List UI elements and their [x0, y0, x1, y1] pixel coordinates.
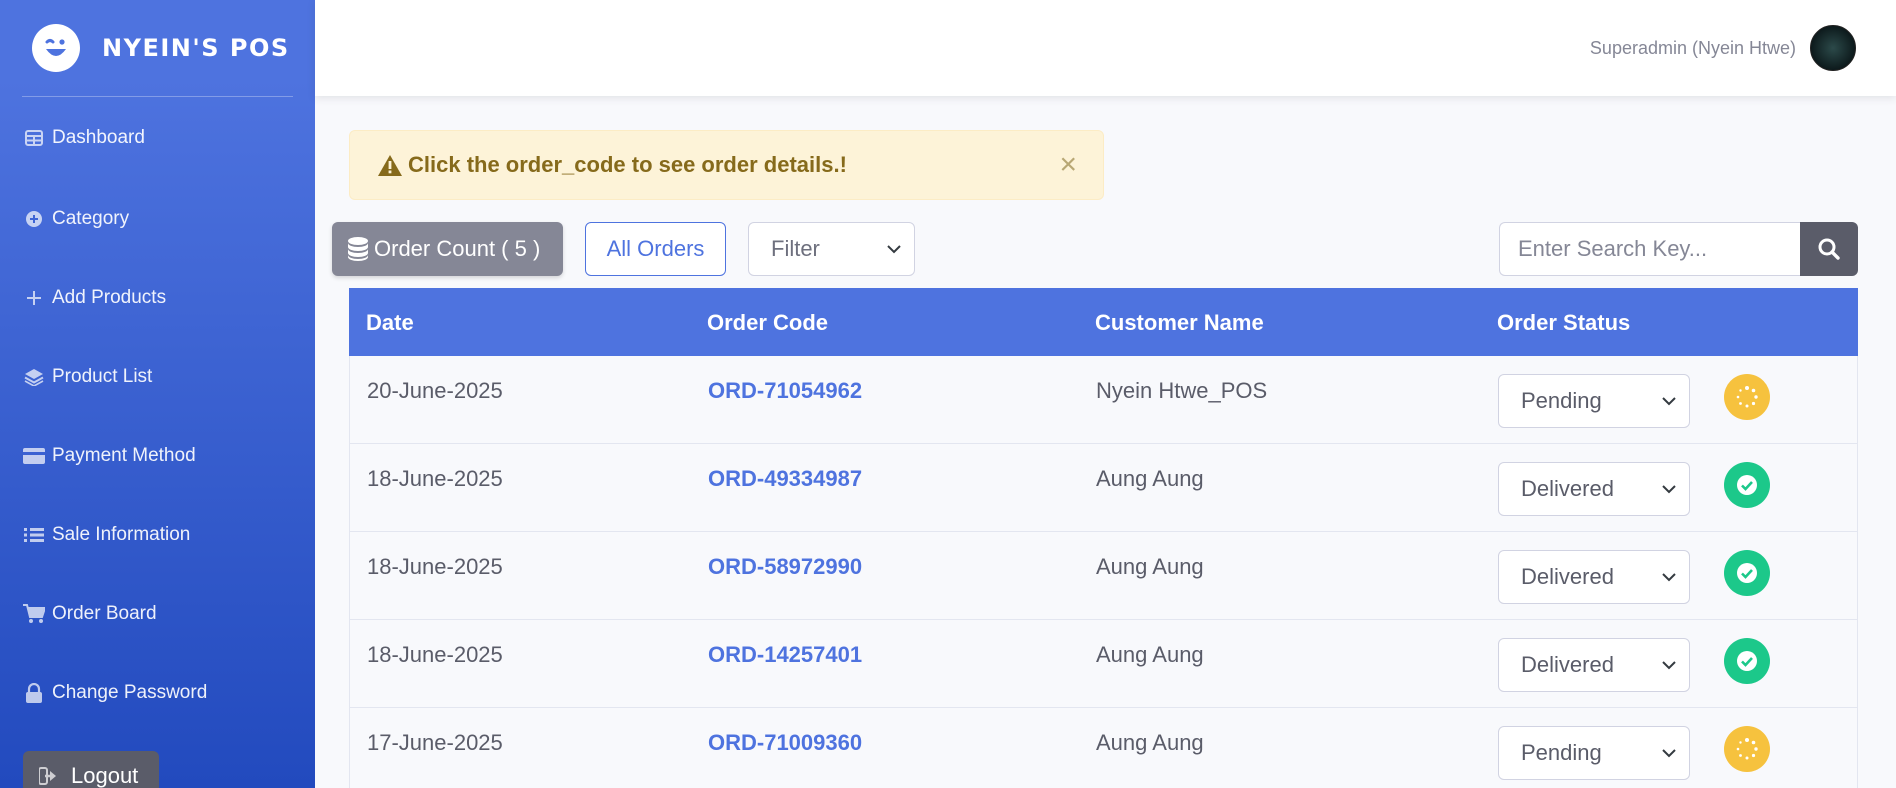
order-date: 20-June-2025 — [367, 378, 503, 403]
table-row: 20-June-2025 ORD-71054962 Nyein Htwe_POS… — [349, 356, 1858, 444]
brand-name: NYEIN'S POS — [102, 34, 290, 62]
status-value: Pending — [1521, 388, 1602, 413]
customer-name: Aung Aung — [1096, 642, 1204, 667]
chevron-down-icon — [1661, 748, 1677, 758]
sidebar-item-order-board[interactable]: Order Board — [0, 574, 315, 653]
pending-spinner-icon — [1724, 726, 1770, 772]
order-status-select[interactable]: Pending — [1498, 374, 1690, 428]
credit-card-icon — [22, 447, 46, 464]
order-status-select[interactable]: Delivered — [1498, 550, 1690, 604]
search-button[interactable] — [1800, 222, 1858, 276]
sidebar-item-label: Payment Method — [52, 444, 196, 466]
header-customer-name: Customer Name — [1095, 310, 1264, 335]
order-status-select[interactable]: Delivered — [1498, 462, 1690, 516]
table-header: Date Order Code Customer Name Order Stat… — [349, 288, 1858, 356]
order-date: 18-June-2025 — [367, 554, 503, 579]
lock-icon — [22, 682, 46, 703]
chevron-down-icon — [886, 244, 902, 254]
layers-icon — [22, 368, 46, 386]
order-code-link[interactable]: ORD-58972990 — [708, 554, 862, 580]
sidebar-item-label: Sale Information — [52, 523, 191, 545]
status-value: Delivered — [1521, 476, 1614, 501]
customer-name: Nyein Htwe_POS — [1096, 378, 1268, 403]
order-status-select[interactable]: Pending — [1498, 726, 1690, 780]
list-icon — [22, 527, 46, 543]
plus-icon — [22, 290, 46, 306]
filter-select[interactable]: Filter — [748, 222, 915, 276]
alert-message: Click the order_code to see order detail… — [408, 152, 847, 177]
order-date: 18-June-2025 — [367, 466, 503, 491]
table-icon — [22, 130, 46, 146]
logout-button[interactable]: Logout — [23, 751, 159, 788]
sidebar-item-label: Category — [52, 207, 130, 229]
check-circle-icon — [1724, 550, 1770, 596]
check-circle-icon — [1724, 638, 1770, 684]
topbar: Superadmin (Nyein Htwe) — [315, 0, 1896, 96]
chevron-down-icon — [1661, 660, 1677, 670]
sidebar-item-label: Order Board — [52, 602, 157, 624]
info-alert: Click the order_code to see order detail… — [349, 130, 1104, 200]
status-value: Delivered — [1521, 652, 1614, 677]
search-icon — [1818, 238, 1840, 260]
plus-circle-icon — [22, 210, 46, 228]
sidebar-item-dashboard[interactable]: Dashboard — [0, 97, 315, 179]
customer-name: Aung Aung — [1096, 730, 1204, 755]
order-code-link[interactable]: ORD-71009360 — [708, 730, 862, 756]
user-avatar[interactable] — [1810, 25, 1856, 71]
sidebar-item-label: Add Products — [52, 286, 167, 308]
sidebar-item-sale-information[interactable]: Sale Information — [0, 495, 315, 574]
chevron-down-icon — [1661, 396, 1677, 406]
filter-value: Filter — [771, 236, 820, 261]
order-count-button[interactable]: Order Count ( 5 ) — [332, 222, 563, 276]
brand[interactable]: NYEIN'S POS — [0, 0, 315, 96]
header-order-status: Order Status — [1497, 310, 1631, 335]
check-circle-icon — [1724, 462, 1770, 508]
user-name[interactable]: Superadmin (Nyein Htwe) — [1590, 38, 1796, 59]
chevron-down-icon — [1661, 572, 1677, 582]
sidebar-nav: Dashboard Category Add Products Product … — [0, 97, 315, 732]
search-input[interactable]: Enter Search Key... — [1499, 222, 1801, 276]
table-row: 18-June-2025 ORD-49334987 Aung Aung Deli… — [349, 444, 1858, 532]
order-count-label: Order Count ( 5 ) — [374, 236, 541, 261]
sidebar-item-label: Change Password — [52, 681, 208, 703]
database-icon — [348, 237, 368, 261]
sidebar-item-change-password[interactable]: Change Password — [0, 653, 315, 732]
status-value: Pending — [1521, 740, 1602, 765]
sidebar-item-category[interactable]: Category — [0, 179, 315, 258]
sidebar: NYEIN'S POS Dashboard Category Add Produ… — [0, 0, 315, 788]
sidebar-item-product-list[interactable]: Product List — [0, 337, 315, 416]
sidebar-item-label: Product List — [52, 365, 153, 387]
laughing-face-icon — [32, 24, 80, 72]
sign-out-icon — [39, 767, 59, 785]
header-date: Date — [366, 310, 414, 335]
table-row: 18-June-2025 ORD-14257401 Aung Aung Deli… — [349, 620, 1858, 708]
sidebar-item-label: Dashboard — [52, 127, 145, 148]
order-code-link[interactable]: ORD-14257401 — [708, 642, 862, 668]
orders-table: Date Order Code Customer Name Order Stat… — [349, 288, 1858, 788]
order-date: 18-June-2025 — [367, 642, 503, 667]
order-date: 17-June-2025 — [367, 730, 503, 755]
close-icon[interactable]: × — [1059, 150, 1077, 180]
order-code-link[interactable]: ORD-49334987 — [708, 466, 862, 492]
table-row: 17-June-2025 ORD-71009360 Aung Aung Pend… — [349, 708, 1858, 788]
header-order-code: Order Code — [707, 310, 829, 335]
cart-icon — [22, 603, 46, 624]
sidebar-item-add-products[interactable]: Add Products — [0, 258, 315, 337]
warning-icon — [378, 154, 402, 176]
logout-label: Logout — [71, 763, 139, 788]
order-status-select[interactable]: Delivered — [1498, 638, 1690, 692]
status-value: Delivered — [1521, 564, 1614, 589]
table-row: 18-June-2025 ORD-58972990 Aung Aung Deli… — [349, 532, 1858, 620]
customer-name: Aung Aung — [1096, 554, 1204, 579]
all-orders-button[interactable]: All Orders — [585, 222, 726, 276]
order-code-link[interactable]: ORD-71054962 — [708, 378, 862, 404]
customer-name: Aung Aung — [1096, 466, 1204, 491]
pending-spinner-icon — [1724, 374, 1770, 420]
sidebar-item-payment-method[interactable]: Payment Method — [0, 416, 315, 495]
chevron-down-icon — [1661, 484, 1677, 494]
